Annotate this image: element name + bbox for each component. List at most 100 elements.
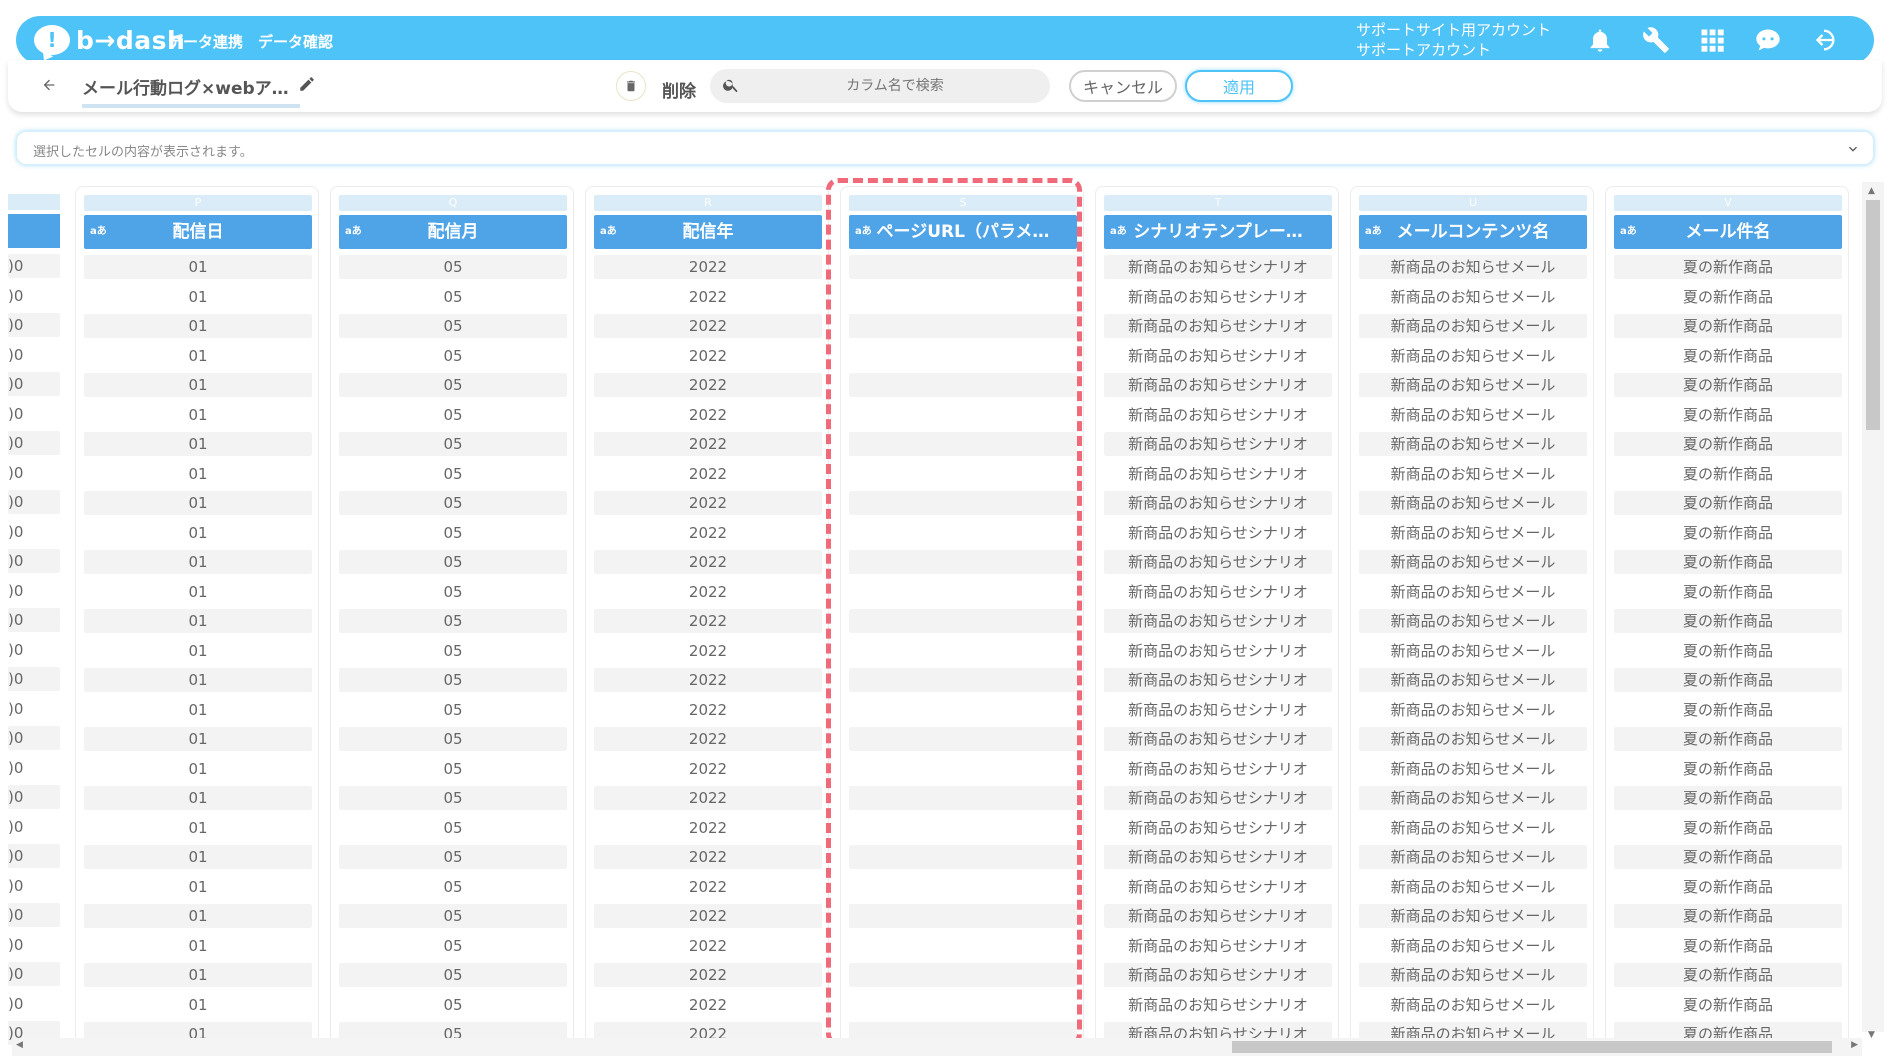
table-cell[interactable]: 01 <box>84 638 312 663</box>
table-cell[interactable]: 新商品のお知らせシナリオ <box>1104 727 1332 751</box>
table-cell[interactable]: )0 <box>8 460 60 485</box>
table-cell[interactable]: 05 <box>339 343 567 368</box>
table-cell[interactable]: 新商品のお知らせシナリオ <box>1104 609 1332 633</box>
table-cell[interactable]: )0 <box>8 490 60 514</box>
table-cell[interactable]: 05 <box>339 697 567 722</box>
table-cell[interactable]: 01 <box>84 668 312 692</box>
table-cell[interactable] <box>849 727 1077 751</box>
table-cell[interactable] <box>849 845 1077 869</box>
scroll-up-icon[interactable]: ▲ <box>1868 186 1875 196</box>
table-cell[interactable]: 05 <box>339 432 567 456</box>
table-cell[interactable]: 新商品のお知らせシナリオ <box>1104 756 1332 781</box>
table-cell[interactable]: 新商品のお知らせメール <box>1359 668 1587 692</box>
table-cell[interactable]: 01 <box>84 992 312 1017</box>
table-cell[interactable]: 05 <box>339 845 567 869</box>
table-cell[interactable]: 新商品のお知らせメール <box>1359 756 1587 781</box>
table-cell[interactable]: 2022 <box>594 845 822 869</box>
table-cell[interactable]: 2022 <box>594 786 822 810</box>
table-cell[interactable]: 夏の新作商品 <box>1614 432 1842 456</box>
table-cell[interactable]: 05 <box>339 373 567 397</box>
table-cell[interactable]: 01 <box>84 786 312 810</box>
table-cell[interactable]: 2022 <box>594 579 822 604</box>
table-cell[interactable]: 新商品のお知らせメール <box>1359 845 1587 869</box>
table-cell[interactable] <box>849 284 1077 309</box>
table-cell[interactable] <box>849 874 1077 899</box>
table-cell[interactable]: 01 <box>84 815 312 840</box>
table-cell[interactable]: 05 <box>339 815 567 840</box>
table-cell[interactable]: 新商品のお知らせシナリオ <box>1104 815 1332 840</box>
table-cell[interactable]: 夏の新作商品 <box>1614 668 1842 692</box>
table-cell[interactable] <box>849 697 1077 722</box>
table-cell[interactable]: 2022 <box>594 874 822 899</box>
table-cell[interactable] <box>849 461 1077 486</box>
table-cell[interactable]: 05 <box>339 727 567 751</box>
page-title[interactable]: メール行動ログ×webア… <box>82 74 300 108</box>
column-header[interactable]: aあ 配信年 <box>594 215 822 249</box>
table-cell[interactable]: 夏の新作商品 <box>1614 284 1842 309</box>
table-cell[interactable]: 2022 <box>594 373 822 397</box>
table-cell[interactable]: 2022 <box>594 432 822 456</box>
table-cell[interactable] <box>849 520 1077 545</box>
table-cell[interactable]: )0 <box>8 814 60 839</box>
bell-icon[interactable] <box>1584 24 1616 56</box>
table-cell[interactable] <box>849 255 1077 279</box>
table-cell[interactable]: )0 <box>8 519 60 544</box>
column-letter[interactable]: R <box>594 195 822 211</box>
table-cell[interactable]: 2022 <box>594 609 822 633</box>
table-cell[interactable]: 新商品のお知らせメール <box>1359 314 1587 338</box>
table-cell[interactable]: 2022 <box>594 314 822 338</box>
table-cell[interactable]: 01 <box>84 520 312 545</box>
search-input[interactable] <box>750 69 1040 103</box>
table-cell[interactable] <box>849 402 1077 427</box>
vertical-scrollbar[interactable]: ▲ ▼ <box>1862 182 1884 1040</box>
table-cell[interactable]: 新商品のお知らせメール <box>1359 255 1587 279</box>
table-cell[interactable]: 05 <box>339 933 567 958</box>
table-cell[interactable]: 01 <box>84 874 312 899</box>
table-cell[interactable]: 夏の新作商品 <box>1614 963 1842 987</box>
column-letter[interactable]: U <box>1359 195 1587 211</box>
logout-icon[interactable] <box>1808 24 1840 56</box>
table-cell[interactable] <box>849 963 1077 987</box>
table-cell[interactable]: )0 <box>8 873 60 898</box>
horizontal-scroll-thumb[interactable] <box>1232 1041 1832 1053</box>
apps-grid-icon[interactable] <box>1696 24 1728 56</box>
column-letter[interactable]: S <box>849 195 1077 211</box>
table-cell[interactable]: 夏の新作商品 <box>1614 402 1842 427</box>
table-cell[interactable]: 01 <box>84 432 312 456</box>
table-cell[interactable]: 新商品のお知らせメール <box>1359 550 1587 574</box>
table-cell[interactable]: 01 <box>84 373 312 397</box>
table-cell[interactable]: )0 <box>8 549 60 573</box>
table-cell[interactable]: 新商品のお知らせシナリオ <box>1104 284 1332 309</box>
table-cell[interactable]: 新商品のお知らせシナリオ <box>1104 373 1332 397</box>
table-cell[interactable]: 新商品のお知らせシナリオ <box>1104 402 1332 427</box>
table-cell[interactable]: 夏の新作商品 <box>1614 904 1842 928</box>
chevron-down-icon[interactable] <box>1845 141 1861 157</box>
table-cell[interactable]: 2022 <box>594 520 822 545</box>
table-cell[interactable]: 新商品のお知らせメール <box>1359 373 1587 397</box>
table-cell[interactable]: 05 <box>339 255 567 279</box>
table-cell[interactable]: 新商品のお知らせシナリオ <box>1104 461 1332 486</box>
table-cell[interactable]: 新商品のお知らせシナリオ <box>1104 992 1332 1017</box>
table-cell[interactable]: 2022 <box>594 727 822 751</box>
table-cell[interactable]: 05 <box>339 314 567 338</box>
selected-cell-display[interactable]: 選択したセルの内容が表示されます。 <box>16 131 1874 165</box>
table-cell[interactable]: 夏の新作商品 <box>1614 786 1842 810</box>
table-cell[interactable]: 新商品のお知らせシナリオ <box>1104 343 1332 368</box>
table-cell[interactable]: )0 <box>8 342 60 367</box>
table-cell[interactable]: 新商品のお知らせメール <box>1359 579 1587 604</box>
trash-button[interactable] <box>616 71 646 101</box>
table-cell[interactable]: 新商品のお知らせメール <box>1359 432 1587 456</box>
table-cell[interactable] <box>849 786 1077 810</box>
table-cell[interactable]: 2022 <box>594 491 822 515</box>
table-cell[interactable]: 05 <box>339 579 567 604</box>
table-cell[interactable]: 01 <box>84 933 312 958</box>
table-cell[interactable]: 夏の新作商品 <box>1614 638 1842 663</box>
table-cell[interactable]: 01 <box>84 461 312 486</box>
table-cell[interactable]: 05 <box>339 461 567 486</box>
table-cell[interactable]: 05 <box>339 284 567 309</box>
table-cell[interactable] <box>849 904 1077 928</box>
back-arrow-icon[interactable] <box>38 72 60 98</box>
table-cell[interactable]: 新商品のお知らせメール <box>1359 992 1587 1017</box>
table-cell[interactable]: 新商品のお知らせメール <box>1359 933 1587 958</box>
table-cell[interactable]: 2022 <box>594 697 822 722</box>
